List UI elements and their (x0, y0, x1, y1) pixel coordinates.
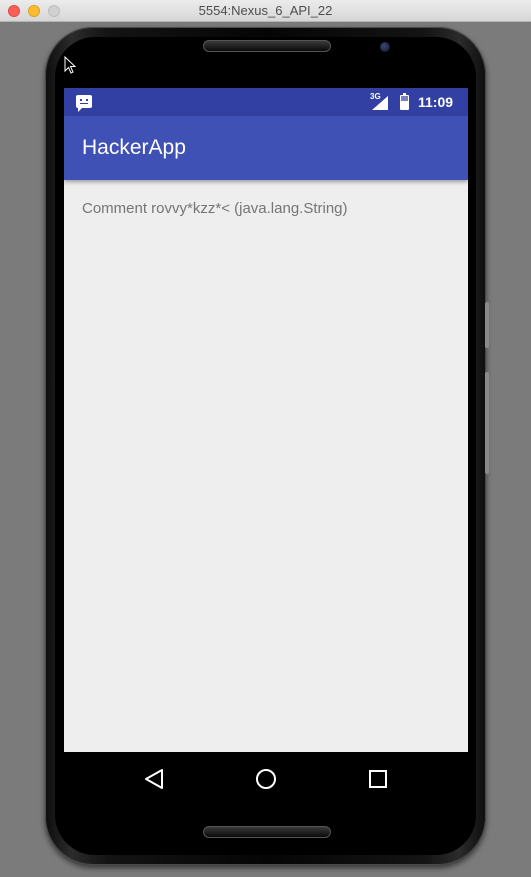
status-bar: 3G 11:09 (64, 88, 468, 116)
navigation-bar (64, 752, 468, 806)
recents-button[interactable] (363, 764, 393, 794)
home-circle-icon (256, 769, 276, 789)
device-screen: 3G 11:09 HackerApp Comment rovvy*kzz*< (… (64, 88, 468, 752)
volume-rocker[interactable] (485, 372, 489, 474)
power-button[interactable] (485, 302, 489, 348)
front-camera-icon (380, 42, 390, 52)
window-title: 5554:Nexus_6_API_22 (198, 3, 333, 18)
back-button[interactable] (139, 764, 169, 794)
app-toolbar: HackerApp (64, 116, 468, 180)
window-titlebar: 5554:Nexus_6_API_22 (0, 0, 531, 22)
mouse-cursor-icon (64, 56, 76, 74)
bottom-speaker (203, 826, 331, 838)
earpiece-speaker (203, 40, 331, 52)
message-notification-icon (76, 95, 92, 112)
recents-square-icon (369, 770, 387, 788)
back-triangle-icon (145, 769, 163, 789)
home-button[interactable] (251, 764, 281, 794)
status-time: 11:09 (418, 94, 454, 110)
cell-signal-icon (372, 96, 388, 110)
app-title: HackerApp (82, 136, 186, 159)
battery-icon (400, 93, 409, 110)
comment-text: Comment rovvy*kzz*< (java.lang.String) (82, 200, 348, 217)
